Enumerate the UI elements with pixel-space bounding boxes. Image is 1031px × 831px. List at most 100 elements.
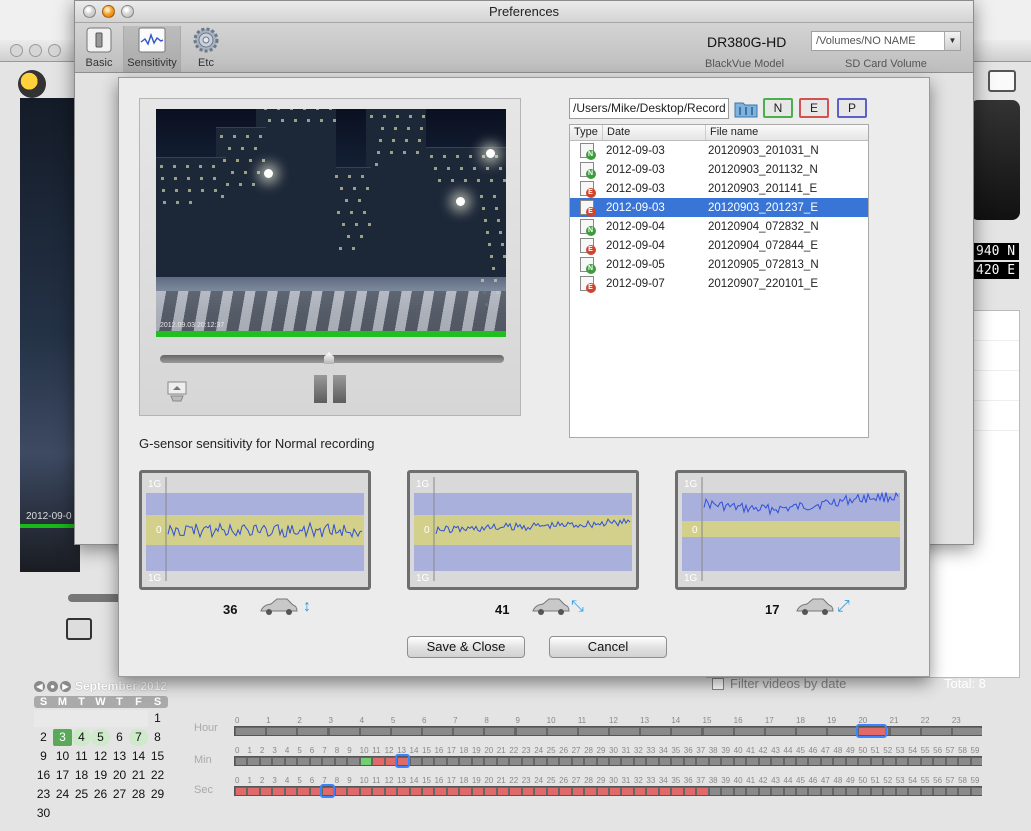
- timeline-segment[interactable]: [797, 788, 808, 795]
- calendar-day[interactable]: 20: [110, 767, 129, 784]
- timeline-segment[interactable]: [684, 758, 696, 765]
- calendar-day[interactable]: 30: [34, 805, 53, 822]
- next-month-icon[interactable]: ▶: [60, 680, 71, 692]
- filter-normal-button[interactable]: N: [763, 98, 793, 118]
- timeline-segment[interactable]: [260, 758, 272, 765]
- timeline-segment[interactable]: [454, 728, 484, 735]
- timeline-segment[interactable]: [709, 758, 721, 765]
- min-track[interactable]: [234, 756, 982, 766]
- timeline-segment[interactable]: [622, 788, 633, 795]
- gsensor-graph-x[interactable]: 1G 0 1G: [139, 470, 371, 590]
- col-type[interactable]: Type: [570, 125, 603, 140]
- timeline-segment[interactable]: [890, 728, 920, 735]
- pause-button[interactable]: [314, 375, 348, 403]
- timeline-segment[interactable]: [672, 758, 683, 765]
- print-icon[interactable]: [988, 70, 1016, 92]
- timeline-segment[interactable]: [236, 728, 266, 735]
- timeline-segment[interactable]: [909, 788, 920, 795]
- timeline-segment[interactable]: [248, 788, 259, 795]
- calendar-day[interactable]: 13: [110, 748, 129, 765]
- timeline-segment[interactable]: [772, 758, 783, 765]
- timeline-segment[interactable]: [273, 788, 284, 795]
- calendar-day[interactable]: 24: [53, 786, 72, 803]
- timeline-segment[interactable]: [959, 788, 970, 795]
- timeline-segment[interactable]: [784, 788, 795, 795]
- timeline-segment[interactable]: [809, 758, 820, 765]
- timeline-segment[interactable]: [236, 788, 247, 795]
- timeline-segment[interactable]: [373, 758, 384, 765]
- timeline-segment[interactable]: [547, 788, 559, 795]
- timeline-segment[interactable]: [597, 758, 608, 765]
- filter-parking-button[interactable]: P: [837, 98, 867, 118]
- timeline-segment[interactable]: [971, 788, 982, 795]
- tab-sensitivity[interactable]: Sensitivity: [123, 26, 181, 72]
- timeline-segment[interactable]: [423, 788, 434, 795]
- timeline-segment[interactable]: [734, 788, 746, 795]
- calendar-day[interactable]: 22: [148, 767, 167, 784]
- timeline-segment[interactable]: [859, 788, 870, 795]
- timeline-segment[interactable]: [722, 758, 733, 765]
- timeline-segment[interactable]: [485, 728, 515, 735]
- timeline-segment[interactable]: [871, 758, 883, 765]
- timeline-segment[interactable]: [585, 758, 596, 765]
- timeline-segment[interactable]: [516, 728, 546, 735]
- timeline-segment[interactable]: [934, 758, 945, 765]
- timeline-segment[interactable]: [522, 788, 534, 795]
- timeline-segment[interactable]: [784, 758, 795, 765]
- calendar-day[interactable]: 12: [91, 748, 110, 765]
- timeline-segment[interactable]: [460, 788, 471, 795]
- timeline-segment[interactable]: [952, 728, 982, 735]
- calendar-day[interactable]: 27: [110, 786, 129, 803]
- file-row[interactable]: E 2012-09-03 20120903_201237_E: [570, 198, 868, 217]
- timeline-segment[interactable]: [578, 728, 608, 735]
- calendar-day[interactable]: 18: [72, 767, 91, 784]
- timeline-segment[interactable]: [697, 758, 708, 765]
- timeline-segment[interactable]: [329, 728, 359, 735]
- timeline-segment[interactable]: [610, 788, 621, 795]
- timeline-segment[interactable]: [797, 758, 808, 765]
- calendar-day[interactable]: 2: [34, 729, 53, 746]
- timeline-segment[interactable]: [896, 788, 908, 795]
- fullscreen-icon[interactable]: [66, 618, 92, 640]
- timeline-segment[interactable]: [267, 728, 297, 735]
- close-light-icon[interactable]: [10, 44, 23, 57]
- timeline-segment[interactable]: [672, 728, 702, 735]
- timeline-segment[interactable]: [373, 788, 384, 795]
- timeline-segment[interactable]: [622, 758, 633, 765]
- timeline-cursor[interactable]: [856, 724, 888, 738]
- timeline-segment[interactable]: [597, 788, 608, 795]
- timeline-segment[interactable]: [460, 758, 471, 765]
- timeline-segment[interactable]: [423, 728, 453, 735]
- timeline-segment[interactable]: [398, 788, 409, 795]
- timeline-segment[interactable]: [828, 728, 858, 735]
- timeline-segment[interactable]: [447, 788, 459, 795]
- prev-month-icon[interactable]: ◀: [34, 680, 45, 692]
- calendar-day[interactable]: 29: [148, 786, 167, 803]
- timeline-segment[interactable]: [522, 758, 534, 765]
- timeline-segment[interactable]: [298, 728, 328, 735]
- calendar-day[interactable]: 10: [53, 748, 72, 765]
- calendar-day[interactable]: 9: [34, 748, 53, 765]
- timeline-segment[interactable]: [846, 788, 858, 795]
- file-row[interactable]: N 2012-09-03 20120903_201132_N: [570, 160, 868, 179]
- timeline-segment[interactable]: [360, 788, 372, 795]
- calendar-day[interactable]: 11: [72, 748, 91, 765]
- timeline-segment[interactable]: [821, 788, 833, 795]
- timeline-segment[interactable]: [647, 788, 658, 795]
- timeline-segment[interactable]: [298, 788, 309, 795]
- timeline-segment[interactable]: [934, 788, 945, 795]
- file-row[interactable]: N 2012-09-05 20120905_072813_N: [570, 255, 868, 274]
- timeline-segment[interactable]: [572, 788, 584, 795]
- timeline-segment[interactable]: [647, 758, 658, 765]
- file-row[interactable]: N 2012-09-03 20120903_201031_N: [570, 141, 868, 160]
- timeline-segment[interactable]: [734, 728, 764, 735]
- timeline-segment[interactable]: [834, 788, 845, 795]
- gsensor-graph-y[interactable]: 1G 0 1G: [407, 470, 639, 590]
- timeline-segment[interactable]: [236, 758, 247, 765]
- timeline-segment[interactable]: [709, 788, 721, 795]
- timeline-segment[interactable]: [360, 758, 372, 765]
- timeline-segment[interactable]: [672, 788, 683, 795]
- timeline-segment[interactable]: [896, 758, 908, 765]
- timeline-segment[interactable]: [310, 758, 322, 765]
- folder-path-field[interactable]: /Users/Mike/Desktop/Record: [569, 98, 729, 119]
